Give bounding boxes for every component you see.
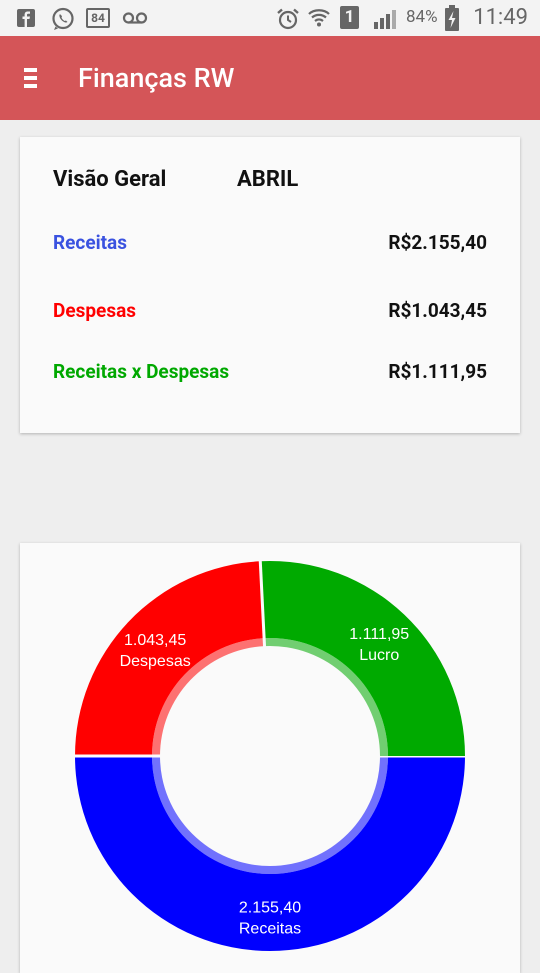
alarm-icon — [277, 8, 299, 30]
chart-card: 2.155,40 Receitas 1.043,45 Despesas 1.111,95… — [20, 543, 520, 973]
voicemail-icon — [122, 12, 148, 24]
overview-month: ABRIL — [237, 167, 299, 192]
donut-name-label-profit: Lucro — [359, 647, 399, 664]
wifi-icon — [308, 9, 330, 27]
menu-icon — [24, 68, 37, 72]
income-value: R$2.155,40 — [388, 231, 487, 254]
donut-name-label-expenses: Despesas — [120, 653, 191, 670]
sim-card-icon: 1 — [340, 6, 359, 29]
battery-percent: 84% — [406, 7, 438, 27]
facebook-icon — [17, 9, 35, 27]
donut-value-label-income: 2.155,40 — [239, 900, 301, 917]
expenses-value: R$1.043,45 — [388, 299, 487, 322]
balance-value: R$1.111,95 — [388, 360, 487, 383]
donut-chart[interactable]: 2.155,40 Receitas 1.043,45 Despesas 1.111,95… — [20, 543, 520, 973]
signal-icon — [374, 10, 396, 29]
app-bar: Finanças RW — [0, 36, 540, 120]
overview-title: Visão Geral — [53, 167, 167, 192]
income-label: Receitas — [53, 231, 127, 254]
whatsapp-icon — [52, 7, 74, 30]
app-title: Finanças RW — [78, 62, 235, 94]
menu-button[interactable] — [20, 66, 44, 90]
donut-name-label-income: Receitas — [239, 921, 301, 938]
donut-value-label-expenses: 1.043,45 — [124, 632, 186, 649]
donut-value-label-profit: 1.111,95 — [349, 626, 409, 643]
notification-badge-icon: 84 — [86, 8, 110, 28]
overview-card: Visão Geral ABRIL Receitas R$2.155,40 De… — [20, 137, 520, 433]
status-time: 11:49 — [473, 5, 528, 30]
expenses-label: Despesas — [53, 299, 137, 322]
battery-charging-icon — [445, 5, 459, 31]
status-bar: 84 1 84% 11:49 — [0, 0, 540, 36]
balance-label: Receitas x Despesas — [53, 360, 230, 383]
